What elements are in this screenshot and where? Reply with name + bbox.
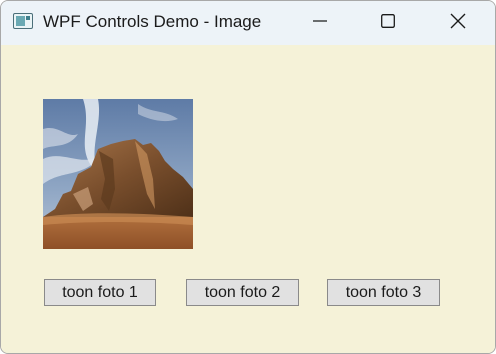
desert-rock-photo (43, 99, 193, 249)
show-photo-1-button[interactable]: toon foto 1 (44, 279, 156, 306)
minimize-icon (313, 14, 327, 33)
app-window-icon (13, 13, 33, 29)
window-title: WPF Controls Demo - Image (43, 12, 262, 31)
main-window: WPF Controls Demo - Image toon foto 1 to… (0, 0, 496, 354)
maximize-icon (381, 13, 395, 33)
show-photo-2-button[interactable]: toon foto 2 (186, 279, 299, 306)
close-button[interactable] (435, 1, 481, 45)
maximize-button[interactable] (365, 1, 411, 45)
close-icon (450, 13, 466, 34)
title-bar[interactable]: WPF Controls Demo - Image (1, 1, 495, 45)
client-area: toon foto 1 toon foto 2 toon foto 3 (1, 45, 495, 353)
minimize-button[interactable] (297, 1, 343, 45)
show-photo-3-button[interactable]: toon foto 3 (327, 279, 440, 306)
